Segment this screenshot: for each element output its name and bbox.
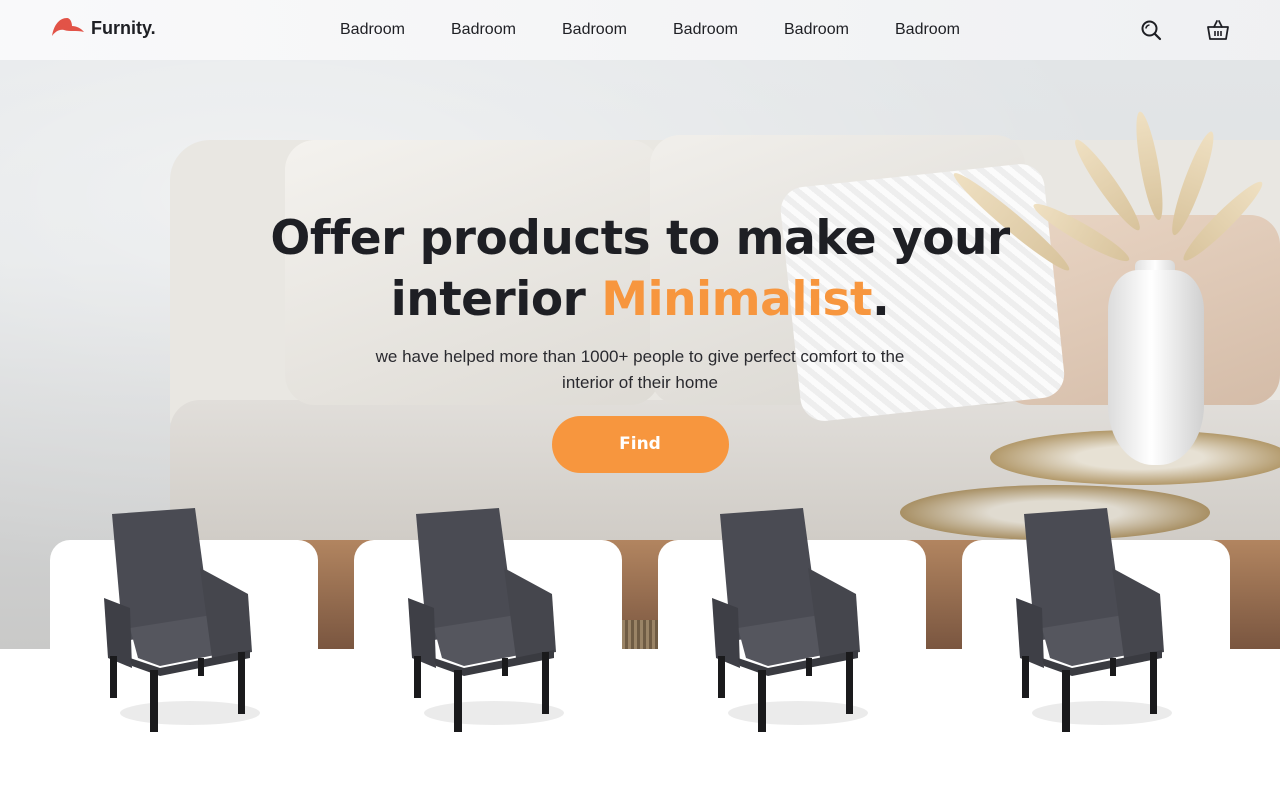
- armchair-image: [1016, 508, 1172, 732]
- brand-logo-icon: [52, 18, 84, 36]
- armchair-image: [104, 508, 260, 732]
- find-button[interactable]: Find: [551, 416, 729, 473]
- search-icon: [1141, 20, 1162, 41]
- nav-item-1[interactable]: Badroom: [340, 21, 451, 39]
- basket-button[interactable]: [1206, 18, 1230, 42]
- basket-icon: [1207, 20, 1229, 40]
- hero-title-line2-prefix: interior: [390, 272, 602, 327]
- product-card[interactable]: [50, 508, 318, 800]
- hero-title-line1: Offer products to make your: [270, 211, 1010, 266]
- product-card[interactable]: [658, 508, 926, 800]
- hero-title-accent: Minimalist: [601, 272, 872, 327]
- top-navbar: Furnity. Badroom Badroom Badroom Badroom…: [0, 0, 1280, 60]
- brand-name: Furnity.: [91, 17, 156, 38]
- hero-title: Offer products to make your interior Min…: [0, 208, 1280, 330]
- nav-item-3[interactable]: Badroom: [562, 21, 673, 39]
- product-card[interactable]: [354, 508, 622, 800]
- nav-item-2[interactable]: Badroom: [451, 21, 562, 39]
- main-nav: Badroom Badroom Badroom Badroom Badroom …: [340, 0, 1006, 60]
- hero-section: Offer products to make your interior Min…: [0, 208, 1280, 473]
- product-cards: [50, 508, 1230, 800]
- nav-item-5[interactable]: Badroom: [784, 21, 895, 39]
- hero-subtitle: we have helped more than 1000+ people to…: [375, 347, 905, 392]
- brand-link[interactable]: Furnity.: [50, 16, 156, 40]
- nav-item-4[interactable]: Badroom: [673, 21, 784, 39]
- product-card[interactable]: [962, 508, 1230, 800]
- nav-item-6[interactable]: Badroom: [895, 21, 1006, 39]
- search-button[interactable]: [1139, 18, 1163, 42]
- hero-title-suffix: .: [872, 272, 890, 327]
- armchair-image: [408, 508, 564, 732]
- armchair-image: [712, 508, 868, 732]
